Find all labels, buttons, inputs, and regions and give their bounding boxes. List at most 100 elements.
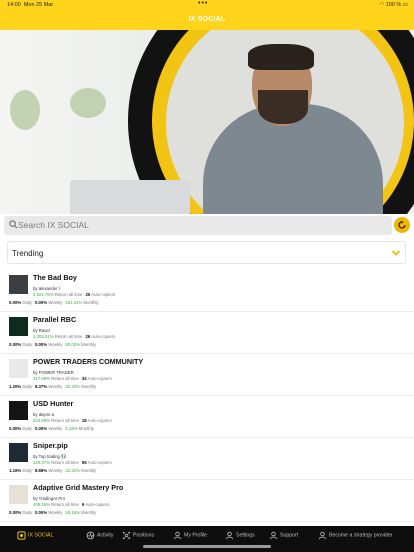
strategy-avatar: [9, 401, 28, 420]
strategy-performance: 1,304.31% Return all time 26 Auto-copiers: [33, 334, 115, 339]
settings-icon: [225, 531, 234, 540]
auto-copiers-count: 26: [85, 334, 91, 339]
positions-icon: [122, 531, 131, 540]
activity-icon: [86, 531, 95, 540]
nav-item-positions[interactable]: Positions: [122, 531, 154, 545]
strategy-performance: 129.37% Return all time 55 Auto-copiers: [33, 460, 112, 465]
nav-item-activity[interactable]: Activity: [86, 531, 113, 545]
page-title: IX SOCIAL: [188, 16, 226, 23]
home-indicator: [143, 545, 271, 548]
auto-copiers-count: 9: [81, 502, 85, 507]
multitasking-dots-icon[interactable]: •••: [198, 0, 208, 7]
chevron-down-icon: [391, 250, 401, 256]
return-all-time-label: Return all time: [54, 334, 83, 339]
wifi-icon: ◠: [379, 2, 385, 8]
battery-icon: ▭: [402, 2, 408, 8]
return-all-time: 224.59%: [33, 418, 50, 423]
nav-item-label: Support: [280, 532, 299, 539]
daily-label: Daily: [22, 468, 32, 473]
daily-return: 0.00%: [9, 510, 22, 515]
strategy-list-item[interactable]: Parallel RBC by Ravel 1,304.31% Return all…: [0, 312, 414, 354]
nav-item-label: Settings: [236, 532, 255, 539]
auto-copiers-count: 25: [85, 292, 91, 297]
nav-item-label: Become a strategy provider: [329, 532, 393, 539]
strategy-avatar: [9, 443, 28, 462]
daily-label: Daily: [22, 510, 32, 515]
strategy-name: Sniper.pip: [33, 441, 68, 450]
nav-item-my-profile[interactable]: My Profile: [173, 531, 207, 545]
strategy-performance: 224.59% Return all time 18 Auto-copiers: [33, 418, 112, 423]
strategy-period-returns: 0.00% Daily 0.00% Weekly 80.02% Monthly: [9, 342, 96, 347]
strategy-list-item[interactable]: The Bad Boy by alexander l 3,521.76% Retur…: [0, 270, 414, 312]
return-all-time: 129.37%: [33, 460, 50, 465]
auto-copiers-count: 34: [81, 376, 87, 381]
strategy-avatar: [9, 485, 28, 504]
sort-filter-value: Trending: [12, 249, 44, 258]
daily-label: Daily: [22, 426, 32, 431]
monthly-return: 18.16%: [65, 510, 80, 515]
bottom-navigation: IX SOCIAL Activity Positions My Profile Sett…: [0, 526, 414, 552]
daily-return: 1.16%: [9, 468, 22, 473]
strategy-period-returns: 0.00% Daily 0.00% Weekly 18.16% Monthly: [9, 510, 96, 515]
hero-banner-image: [0, 30, 414, 214]
nav-item-label: Positions: [133, 532, 155, 539]
strategy-avatar: [9, 359, 28, 378]
weekly-label: Weekly: [48, 468, 63, 473]
strategy-provider: by Ravel: [33, 328, 50, 333]
search-placeholder: Search IX SOCIAL: [18, 220, 89, 230]
nav-item-settings[interactable]: Settings: [225, 531, 255, 545]
nav-item-ix-social[interactable]: IX SOCIAL: [17, 531, 53, 545]
strategy-performance: 3,521.76% Return all time 25 Auto-copiers: [33, 292, 115, 297]
strategy-name: The Bad Boy: [33, 273, 77, 282]
weekly-return: 0.00%: [34, 342, 48, 347]
strategy-avatar: [9, 317, 28, 336]
refresh-button[interactable]: [394, 217, 410, 233]
strategy-provider: by POWER TRADER: [33, 370, 74, 375]
weekly-return: 8.37%: [34, 384, 48, 389]
return-all-time-label: Return all time: [51, 502, 79, 507]
monthly-label: Monthly: [81, 468, 97, 473]
return-all-time: 317.69%: [33, 376, 50, 381]
weekly-return: 0.00%: [34, 426, 48, 431]
strategy-period-returns: 0.00% Daily 0.00% Weekly 8.18% Monthly: [9, 426, 94, 431]
weekly-label: Weekly: [48, 384, 63, 389]
battery-percent: 100 %: [385, 2, 402, 8]
strategy-provider: by dayne a: [33, 412, 55, 417]
strategy-list-item[interactable]: USD Hunter by dayne a 224.59% Return all t…: [0, 396, 414, 438]
return-all-time-label: Return all time: [51, 460, 79, 465]
monthly-label: Monthly: [83, 300, 99, 305]
strategy-list-item[interactable]: POWER TRADERS COMMUNITY by POWER TRADER 31…: [0, 354, 414, 396]
return-all-time-label: Return all time: [54, 292, 83, 297]
monthly-label: Monthly: [81, 510, 97, 515]
return-all-time-label: Return all time: [51, 418, 79, 423]
refresh-icon: [398, 220, 406, 229]
strategy-avatar: [9, 275, 28, 294]
sort-filter-select[interactable]: Trending: [7, 241, 406, 264]
strategy-list-item[interactable]: Adaptive Grid Mastery Pro by TradingAI Pr…: [0, 480, 414, 522]
strategy-provider: by TradingAI Pro: [33, 496, 66, 501]
strategy-period-returns: 0.00% Daily 0.00% Weekly 191.31% Monthly: [9, 300, 99, 305]
daily-return: 0.00%: [9, 426, 22, 431]
nav-item-support[interactable]: Support: [269, 531, 298, 545]
auto-copiers-label: Auto-copiers: [87, 418, 112, 423]
strategy-name: POWER TRADERS COMMUNITY: [33, 357, 144, 366]
strategy-list-item[interactable]: Sniper.pip by Top trading 💱 129.37% Return…: [0, 438, 414, 480]
return-all-time: 3,521.76%: [33, 292, 54, 297]
weekly-return: 0.00%: [34, 510, 48, 515]
daily-label: Daily: [22, 384, 32, 389]
ix-social-icon: [17, 531, 26, 540]
strategy-list: The Bad Boy by alexander l 3,521.76% Retur…: [0, 270, 414, 522]
nav-item-label: Activity: [97, 532, 114, 539]
provider-icon: [318, 531, 327, 540]
monthly-return: 80.02%: [65, 342, 80, 347]
weekly-return: 8.68%: [34, 468, 48, 473]
strategy-name: Adaptive Grid Mastery Pro: [33, 483, 124, 492]
return-all-time: 1,304.31%: [33, 334, 54, 339]
profile-icon: [173, 531, 182, 540]
auto-copiers-label: Auto-copiers: [87, 376, 112, 381]
auto-copiers-label: Auto-copiers: [91, 292, 116, 297]
weekly-label: Weekly: [48, 342, 63, 347]
strategy-period-returns: 1.20% Daily 8.37% Weekly 34.33% Monthly: [9, 384, 96, 389]
nav-item-become-a-strategy-provider[interactable]: Become a strategy provider: [318, 531, 392, 545]
monthly-return: 32.32%: [65, 468, 80, 473]
